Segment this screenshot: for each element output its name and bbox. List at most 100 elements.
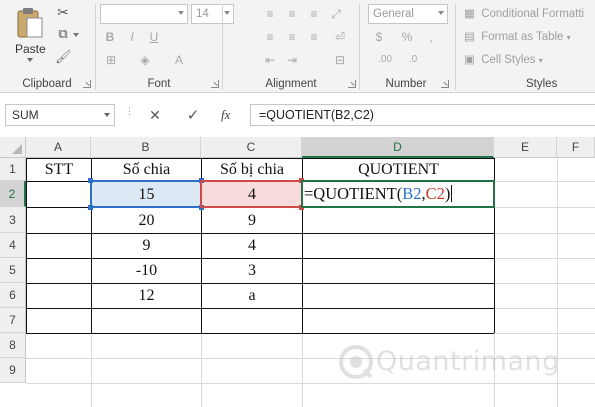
styles-group: ▦ Conditional Formatti ▤ Format as Table… [456, 0, 595, 93]
row-header-4[interactable]: 4 [0, 233, 26, 258]
number-launcher-icon[interactable] [441, 80, 449, 88]
row-header-6[interactable]: 6 [0, 283, 26, 308]
percent-icon[interactable]: % [400, 30, 414, 44]
select-all-corner[interactable] [0, 137, 26, 158]
row-header-1[interactable]: 1 [0, 158, 26, 181]
enter-button[interactable]: ✓ [186, 106, 200, 124]
header-dividend[interactable]: Số bị chia [202, 159, 302, 181]
align-left-icon[interactable]: ≡ [263, 30, 277, 44]
alignment-group-label: Alignment [265, 78, 317, 90]
cell-styles-button[interactable]: ▣ Cell Styles ▾ [464, 52, 594, 68]
cell-c6[interactable]: a [202, 284, 302, 308]
name-box-value: SUM [12, 108, 39, 122]
cut-icon[interactable]: ✂ [55, 5, 71, 19]
cell-c3[interactable]: 9 [202, 208, 302, 233]
clipboard-launcher-icon[interactable] [83, 80, 91, 88]
copy-dropdown-arrow[interactable] [73, 33, 79, 37]
decrease-decimal-icon[interactable]: .0 [404, 53, 422, 67]
format-as-table-icon: ▤ [464, 31, 475, 43]
underline-icon[interactable]: U [148, 30, 160, 44]
conditional-formatting-button[interactable]: ▦ Conditional Formatti [464, 6, 595, 22]
formula-suffix: ) [444, 184, 451, 203]
cell-styles-label: Cell Styles [481, 54, 536, 66]
paste-dropdown-arrow[interactable] [27, 58, 33, 62]
row-header-3[interactable]: 3 [0, 207, 26, 233]
font-color-icon[interactable]: A [172, 53, 186, 67]
paste-label: Paste [15, 42, 46, 56]
copy-icon[interactable]: ⧉ [55, 27, 71, 41]
increase-indent-icon[interactable]: ⇥ [285, 53, 299, 67]
comma-style-icon[interactable]: , [424, 30, 438, 44]
bold-icon[interactable]: B [104, 30, 116, 44]
column-header-e[interactable]: E [494, 137, 557, 158]
cell-c5[interactable]: 3 [202, 259, 302, 283]
row-header-9[interactable]: 9 [0, 358, 26, 383]
ref-handle-b2-tl[interactable] [88, 178, 93, 183]
cell-b4[interactable]: 9 [92, 234, 201, 258]
formula-ref-c2: C2 [425, 184, 445, 203]
styles-group-label: Styles [526, 78, 558, 90]
cell-styles-icon: ▣ [464, 54, 475, 66]
formula-bar: SUM ⋮ ✕ ✓ fx =QUOTIENT(B2,C2) [0, 93, 595, 137]
row-header-8[interactable]: 8 [0, 333, 26, 358]
paste-icon [17, 8, 43, 38]
italic-icon[interactable]: I [126, 30, 138, 44]
wrap-text-icon[interactable]: ⏎ [333, 30, 347, 44]
format-as-table-button[interactable]: ▤ Format as Table ▾ [464, 29, 594, 45]
name-box[interactable]: SUM [5, 104, 115, 126]
font-launcher-icon[interactable] [211, 80, 219, 88]
align-center-icon[interactable]: ≡ [285, 30, 299, 44]
column-header-a[interactable]: A [26, 137, 91, 158]
align-right-icon[interactable]: ≡ [307, 30, 321, 44]
fill-color-icon[interactable]: ◈ [138, 53, 152, 67]
font-name-dropdown[interactable] [100, 4, 188, 24]
font-size-value: 14 [196, 8, 209, 20]
column-header-c[interactable]: C [201, 137, 302, 158]
ref-handle-b2-bl[interactable] [88, 205, 93, 210]
insert-function-button[interactable]: fx [221, 107, 230, 123]
formula-ref-b2: B2 [402, 184, 422, 203]
align-middle-icon[interactable]: ≡ [285, 7, 299, 21]
row-header-7[interactable]: 7 [0, 308, 26, 333]
paste-button[interactable]: Paste [10, 4, 50, 62]
currency-icon[interactable]: $ [372, 30, 386, 44]
increase-decimal-icon[interactable]: .00 [376, 53, 394, 67]
alignment-launcher-icon[interactable] [348, 80, 356, 88]
name-box-dropdown-arrow[interactable] [104, 113, 110, 117]
watermark-text: Quantrimang [376, 346, 560, 377]
column-header-f[interactable]: F [557, 137, 595, 158]
header-divisor[interactable]: Số chia [92, 159, 201, 181]
align-bottom-icon[interactable]: ≡ [307, 7, 321, 21]
ribbon: Paste ✂ ⧉ 🖌 Clipboard 14 B I U ⊞ ◈ A Fon… [0, 0, 595, 93]
font-group: 14 B I U ⊞ ◈ A Font [96, 0, 234, 93]
format-as-table-label: Format as Table [481, 31, 564, 43]
row-header-5[interactable]: 5 [0, 258, 26, 283]
active-cell-d2[interactable]: =QUOTIENT(B2,C2) [301, 180, 495, 208]
formula-input[interactable]: =QUOTIENT(B2,C2) [250, 104, 595, 126]
clipboard-group-label: Clipboard [22, 78, 72, 90]
formula-bar-grip-icon: ⋮ [125, 106, 134, 116]
cell-b6[interactable]: 12 [92, 284, 201, 308]
cell-b3[interactable]: 20 [92, 208, 201, 233]
format-painter-icon[interactable]: 🖌 [55, 50, 72, 64]
cell-d2-formula[interactable]: =QUOTIENT(B2,C2) [304, 183, 453, 205]
header-result[interactable]: QUOTIENT [303, 159, 494, 181]
worksheet-grid[interactable]: A B C D E F 1 2 3 4 5 6 7 8 9 STT Số chi… [0, 137, 595, 407]
merge-center-icon[interactable]: ⊟ [333, 53, 347, 67]
font-group-label: Font [147, 78, 171, 90]
column-header-b[interactable]: B [91, 137, 201, 158]
alignment-group: ≡ ≡ ≡ ⤢ ≡ ≡ ≡ ⏎ ⇤ ⇥ ⊟ Alignment [223, 0, 359, 93]
borders-icon[interactable]: ⊞ [104, 53, 118, 67]
header-stt[interactable]: STT [27, 159, 91, 181]
cell-b5[interactable]: -10 [92, 259, 201, 283]
decrease-indent-icon[interactable]: ⇤ [263, 53, 277, 67]
row-header-2[interactable]: 2 [0, 181, 26, 207]
cancel-button[interactable]: ✕ [148, 107, 162, 124]
orientation-icon[interactable]: ⤢ [329, 7, 343, 21]
conditional-formatting-label: Conditional Formatti [481, 8, 585, 20]
number-format-dropdown[interactable]: General [368, 4, 448, 24]
conditional-formatting-icon: ▦ [464, 8, 475, 20]
align-top-icon[interactable]: ≡ [263, 7, 277, 21]
column-header-d[interactable]: D [302, 137, 494, 158]
cell-c4[interactable]: 4 [202, 234, 302, 258]
